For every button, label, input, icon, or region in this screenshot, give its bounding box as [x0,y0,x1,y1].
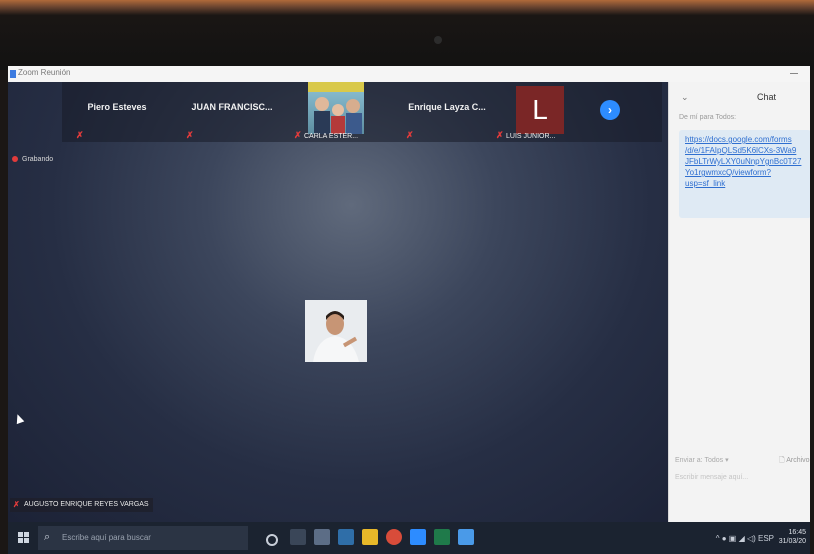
cortana-icon[interactable] [266,534,278,546]
muted-mic-icon: ✗ [496,130,504,140]
system-tray[interactable]: ^ ● ▣ ◢ ◁) ESP [716,534,774,543]
task-view-icon[interactable] [290,529,306,545]
active-speaker-video [305,300,367,362]
chat-panel: ⌄ Chat De mí para Todos: https://docs.go… [668,82,810,522]
mouse-cursor [13,412,25,425]
family-photo [308,82,364,134]
zoom-taskbar-icon[interactable] [410,529,426,545]
participant-video [308,82,364,134]
chat-input[interactable]: Escribir mensaje aquí... [675,474,748,481]
search-icon: ⌕ [44,531,51,543]
recording-indicator: Grabando [12,156,53,163]
windows-taskbar: ⌕ Escribe aquí para buscar ^ ● ▣ ◢ ◁) ES… [8,522,810,554]
screen: Zoom Reunión Piero Esteves ✗ JUAN FRANCI… [8,66,810,554]
next-page-icon[interactable]: › [600,100,620,120]
store-icon[interactable] [338,529,354,545]
chat-link-line[interactable]: https://docs.google.com/forms [679,130,810,145]
file-explorer-icon[interactable] [362,529,378,545]
language-indicator: ESP [757,534,774,543]
file-button[interactable]: 🗋 Archivo [779,456,810,467]
window-titlebar: Zoom Reunión [8,66,810,83]
taskbar-search[interactable]: ⌕ Escribe aquí para buscar [38,526,248,550]
participant-strip: Piero Esteves ✗ JUAN FRANCISC... ✗ ✗ CAR [62,82,662,142]
chat-link-line[interactable]: JFbLTrWyLXY0uNnpYgnBc0T27 [679,156,810,167]
chevron-down-icon[interactable]: ⌄ [681,92,689,103]
avatar: L [516,86,564,134]
chat-link-line[interactable]: /d/e/1FAIpQLSd5K6lCXs-3Wa9 [679,145,810,156]
chat-link-line[interactable]: usp=sf_link [679,178,810,189]
participant-tile[interactable]: L ✗ LUIS JUNIOR... [482,82,592,142]
participant-name: JUAN FRANCISC... [191,102,273,112]
active-speaker-name: AUGUSTO ENRIQUE REYES VARGAS [24,501,149,508]
muted-mic-icon: ✗ [76,130,84,140]
recording-label: Grabando [22,156,54,163]
window-title: Zoom Reunión [18,68,71,77]
participant-tile[interactable]: ✗ CARLA ESTER... [292,82,392,142]
windows-start-icon[interactable] [18,532,30,544]
participant-name: LUIS JUNIOR... [506,133,556,140]
meeting-area: Piero Esteves ✗ JUAN FRANCISC... ✗ ✗ CAR [8,82,668,522]
clock[interactable]: 16:45 31/03/20 [779,528,806,546]
app-icon[interactable] [458,529,474,545]
muted-mic-icon: ✗ [294,130,302,140]
record-icon [12,156,18,163]
speaker-photo [305,300,367,362]
chat-recipient-select[interactable]: Enviar a: Todos ▾ [675,456,729,464]
chat-message: https://docs.google.com/forms /d/e/1FAIp… [679,130,810,218]
muted-mic-icon: ✗ [406,130,414,140]
excel-icon[interactable] [434,529,450,545]
chat-message-sender: De mí para Todos: [679,114,737,121]
participant-tile[interactable]: JUAN FRANCISC... ✗ [172,82,292,142]
chat-title: Chat [757,92,777,102]
participant-name: CARLA ESTER... [304,133,359,140]
chrome-icon[interactable] [386,529,402,545]
muted-mic-icon: ✗ [13,500,20,509]
participant-tile[interactable]: Piero Esteves ✗ [62,82,172,142]
webcam-icon [434,36,442,44]
search-placeholder: Escribe aquí para buscar [62,533,151,542]
clock-time: 16:45 [788,529,806,536]
chat-link-line[interactable]: Yo1rgwmxcQ/viewform? [679,167,810,178]
participant-name: Piero Esteves [87,102,147,112]
zoom-icon [10,70,16,78]
app-icon[interactable] [314,529,330,545]
active-speaker-name-tag: ✗ AUGUSTO ENRIQUE REYES VARGAS [10,498,153,512]
clock-date: 31/03/20 [778,538,806,545]
minimize-button[interactable] [790,73,798,74]
photo-bezel-top [0,0,814,70]
muted-mic-icon: ✗ [186,130,194,140]
